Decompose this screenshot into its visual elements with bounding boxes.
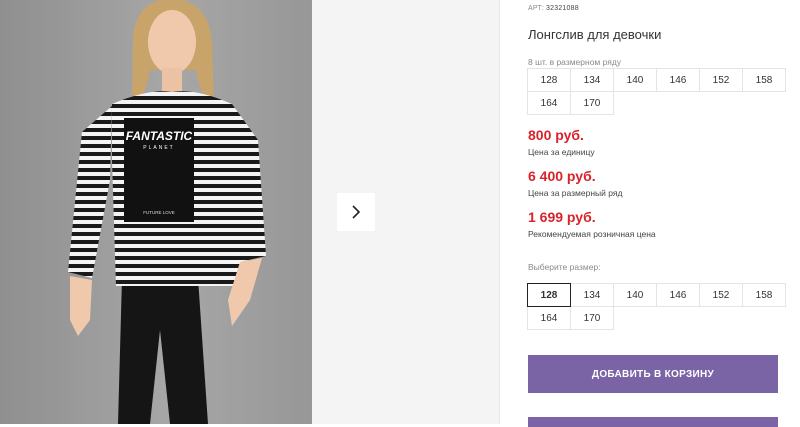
article-value: 32321088 <box>546 5 579 12</box>
pack-size: 134 <box>570 68 614 92</box>
unit-price: 800 руб. <box>528 127 584 143</box>
unit-price-note: Цена за единицу <box>528 147 595 157</box>
size-option[interactable]: 152 <box>699 283 743 307</box>
retail-price: 1 699 руб. <box>528 209 596 225</box>
print-title: FANTASTIC <box>126 129 193 143</box>
size-option[interactable]: 146 <box>656 283 700 307</box>
pack-size: 128 <box>527 68 571 92</box>
pack-size: 140 <box>613 68 657 92</box>
pack-price: 6 400 руб. <box>528 168 596 184</box>
size-option[interactable]: 140 <box>613 283 657 307</box>
pack-size: 146 <box>656 68 700 92</box>
pack-size: 170 <box>570 91 614 115</box>
retail-price-note: Рекомендуемая розничная цена <box>528 229 656 239</box>
secondary-action-button[interactable] <box>528 417 778 427</box>
pack-size: 158 <box>742 68 786 92</box>
chevron-right-icon <box>352 205 361 219</box>
size-option[interactable]: 170 <box>570 306 614 330</box>
product-title: Лонгслив для девочки <box>528 27 662 42</box>
choose-size-caption: Выберите размер: <box>528 262 601 272</box>
article-number: АРТ: 32321088 <box>528 5 579 12</box>
add-to-cart-button[interactable]: ДОБАВИТЬ В КОРЗИНУ <box>528 355 778 393</box>
size-selector: 128 134 140 146 152 158 164 170 <box>527 283 786 330</box>
pack-size: 152 <box>699 68 743 92</box>
product-gallery: FANTASTIC PLANET FUTURE LOVE <box>0 0 500 424</box>
next-image-button[interactable] <box>337 193 375 231</box>
panel-divider <box>499 0 500 424</box>
article-label: АРТ: <box>528 5 545 12</box>
product-photo[interactable]: FANTASTIC PLANET FUTURE LOVE <box>0 0 312 424</box>
pack-sizes-caption: 8 шт. в размерном ряду <box>528 57 622 67</box>
size-option[interactable]: 158 <box>742 283 786 307</box>
size-option[interactable]: 134 <box>570 283 614 307</box>
pack-price-note: Цена за размерный ряд <box>528 188 623 198</box>
girl-in-striped-longsleeve-image: FANTASTIC PLANET FUTURE LOVE <box>68 0 266 424</box>
print-tagline: FUTURE LOVE <box>143 210 175 215</box>
pack-size: 164 <box>527 91 571 115</box>
pack-sizes-grid: 128 134 140 146 152 158 164 170 <box>527 68 786 115</box>
print-subtitle: PLANET <box>143 145 174 151</box>
size-option[interactable]: 164 <box>527 306 571 330</box>
size-option-selected[interactable]: 128 <box>527 283 571 307</box>
